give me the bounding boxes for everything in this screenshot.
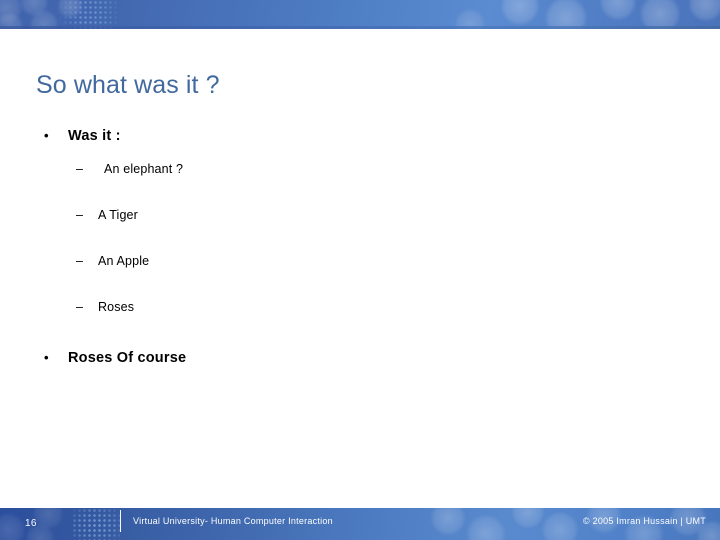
bullet-item-an-elephant: – An elephant ? bbox=[0, 160, 720, 178]
page-number: 16 bbox=[25, 518, 37, 529]
dash-marker-icon: – bbox=[76, 208, 84, 222]
bullet-marker-icon: • bbox=[44, 128, 49, 143]
bullet-item-roses: – Roses bbox=[0, 298, 720, 316]
footer-copyright: © 2005 Imran Hussain | UMT bbox=[582, 516, 706, 526]
slide-body: • Was it : – An elephant ? – A Tiger – A… bbox=[0, 126, 720, 368]
bullet-item-an-apple: – An Apple bbox=[0, 252, 720, 270]
dash-marker-icon: – bbox=[76, 162, 84, 176]
bullet-label: An elephant ? bbox=[104, 162, 184, 176]
bullet-item-roses-of-course: • Roses Of course bbox=[0, 348, 720, 368]
footer-divider bbox=[120, 510, 121, 532]
bullet-label: A Tiger bbox=[98, 208, 138, 222]
page-title: So what was it ? bbox=[36, 71, 220, 99]
footer-course-title: Virtual University- Human Computer Inter… bbox=[133, 516, 333, 526]
dash-marker-icon: – bbox=[76, 300, 84, 314]
bullet-item-was-it: • Was it : bbox=[0, 126, 720, 146]
bullet-label: Roses Of course bbox=[68, 350, 187, 366]
slide-header-banner bbox=[0, 0, 720, 29]
bullet-item-a-tiger: – A Tiger bbox=[0, 206, 720, 224]
banner-dot-grid-decoration bbox=[58, 0, 120, 29]
bullet-marker-icon: • bbox=[44, 350, 49, 365]
footer-dot-grid-decoration bbox=[72, 508, 120, 540]
bullet-label: An Apple bbox=[98, 254, 150, 268]
presentation-slide: So what was it ? • Was it : – An elephan… bbox=[0, 0, 720, 540]
dash-marker-icon: – bbox=[76, 254, 84, 268]
bullet-label: Was it : bbox=[68, 128, 121, 144]
bullet-label: Roses bbox=[98, 300, 135, 314]
